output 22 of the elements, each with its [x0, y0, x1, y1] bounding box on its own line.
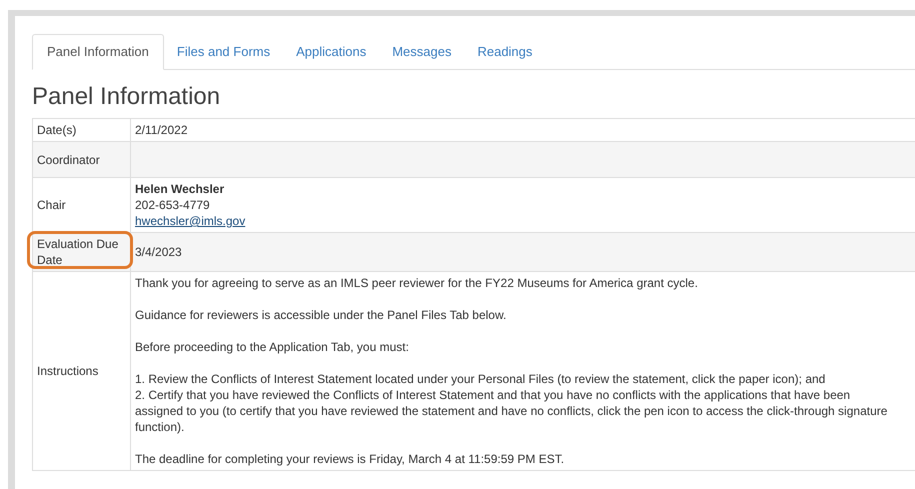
row-label: Chair — [37, 198, 66, 212]
row-value: 3/4/2023 — [135, 244, 183, 261]
row-value: 202-653-4779 — [135, 197, 211, 213]
chair-name: Helen Wechsler — [135, 181, 226, 197]
tab[interactable]: Messages — [379, 34, 464, 69]
tab[interactable]: Panel Information — [32, 34, 164, 70]
tab[interactable]: Readings — [464, 34, 546, 69]
instruction-text: 1. Review the Conflicts of Interest Statement located under your Personal Files (to review the statement, click the paper icon); and — [135, 371, 826, 387]
row-label: Instructions — [37, 364, 98, 378]
instruction-text: Guidance for reviewers is accessible under the Panel Files Tab below. — [135, 307, 508, 323]
tab[interactable]: Applications — [283, 34, 380, 69]
row-label: Date(s) — [37, 123, 76, 137]
instruction-text: The deadline for completing your reviews is Friday, March 4 at 11:59:59 PM EST. — [135, 451, 566, 467]
instruction-text: 2. Certify that you have reviewed the Conflicts of Interest Statement and that you have no conflicts with the applications that have been assigned to you (to certify that you have reviewed the statement and have no conflicts, click the pen icon to access the click-through signature function). — [135, 387, 888, 435]
email-link[interactable]: hwechsler@imls.gov — [135, 213, 246, 229]
row-label: Coordinator — [37, 152, 100, 166]
tab[interactable]: Files and Forms — [164, 34, 284, 69]
row-value: 2/11/2022 — [135, 122, 188, 138]
page-heading: Panel Information — [32, 82, 222, 112]
instruction-text: Thank you for agreeing to serve as an IMLS peer reviewer for the FY22 Museums for America grant cycle. — [135, 275, 699, 291]
row-label: Evaluation Due Date — [37, 237, 118, 267]
instruction-text: Before proceeding to the Application Tab, you must: — [135, 339, 410, 355]
